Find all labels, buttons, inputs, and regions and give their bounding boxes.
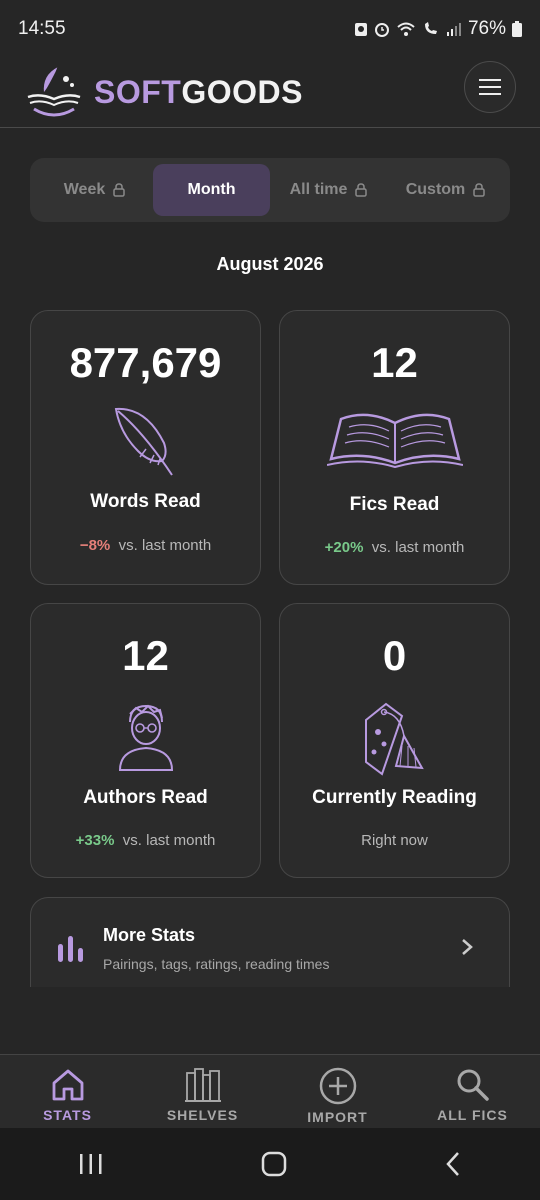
brand-goods: GOODS [181, 74, 303, 110]
nav-label: SHELVES [166, 1107, 239, 1123]
system-nav-bar [0, 1128, 540, 1200]
currently-reading-value: 0 [382, 632, 407, 679]
wifi-icon [397, 22, 415, 36]
search-icon [457, 1069, 489, 1101]
tab-label: Month [187, 181, 236, 198]
logo-icon [27, 66, 81, 116]
tab-all-time[interactable]: All time [270, 164, 387, 216]
author-art [31, 700, 260, 772]
status-time: 14:55 [18, 18, 66, 39]
menu-button[interactable] [464, 61, 516, 113]
currently-reading-sub: Right now [361, 832, 428, 849]
nav-label: IMPORT [307, 1109, 368, 1125]
tab-month[interactable]: Month [153, 164, 270, 216]
change-percent: +33% [75, 832, 115, 849]
open-book-icon [326, 413, 463, 469]
period-title: August 2026 [216, 254, 324, 274]
battery-percent: 76% [467, 18, 506, 39]
feather-art [31, 403, 260, 477]
authors-read-change: +33% vs. last month [31, 832, 260, 849]
change-text: vs. last month [118, 537, 212, 554]
tab-week[interactable]: Week [36, 164, 153, 216]
lock-icon [355, 183, 368, 197]
currently-reading-card[interactable]: 0 Currently Reading Right now [279, 603, 510, 878]
nav-label: ALL FICS [437, 1107, 508, 1123]
app-header: SOFTGOODS [0, 58, 540, 128]
status-icons: 76% [354, 18, 522, 40]
lock-icon [473, 183, 486, 197]
alarm-icon [374, 23, 389, 37]
plus-circle-icon [319, 1067, 356, 1105]
home-icon [52, 1069, 83, 1101]
change-percent: +20% [324, 539, 364, 556]
change-text: vs. last month [371, 539, 465, 556]
bookmark-icon [364, 702, 424, 776]
chevron-right-icon [462, 939, 473, 955]
tab-label: Custom [405, 181, 466, 198]
back-icon[interactable] [444, 1151, 462, 1177]
nav-stats[interactable]: STATS [0, 1055, 135, 1128]
fics-read-card[interactable]: 12 Fics Read +20% vs. last month [279, 310, 510, 585]
more-stats-title: More Stats [103, 925, 196, 945]
words-read-label: Words Read [90, 491, 201, 512]
home-button-icon[interactable] [261, 1151, 287, 1177]
more-stats-desc: Pairings, tags, ratings, reading times [103, 956, 330, 972]
authors-read-value: 12 [122, 632, 169, 679]
book-art [280, 403, 509, 469]
nav-import[interactable]: IMPORT [270, 1055, 405, 1128]
status-bar: 14:55 76% [0, 0, 540, 58]
words-read-value: 877,679 [69, 339, 222, 386]
bookmark-art [280, 700, 509, 776]
authors-read-card[interactable]: 12 Authors Read +33% vs. last month [30, 603, 261, 878]
authors-read-label: Authors Read [83, 787, 208, 808]
nav-all-fics[interactable]: ALL FICS [405, 1055, 540, 1128]
feather-icon [114, 407, 173, 476]
nav-label: STATS [43, 1107, 92, 1123]
notification-icon [354, 23, 367, 36]
currently-reading-label: Currently Reading [312, 787, 477, 808]
hamburger-icon [479, 79, 501, 95]
bottom-nav: STATS SHELVES IMPORT ALL FICS [0, 1054, 540, 1128]
period-tabs: Week Month All time Custom [30, 158, 510, 222]
fics-read-change: +20% vs. last month [280, 539, 509, 556]
brand-soft: SOFT [94, 74, 182, 110]
change-percent: −8% [79, 537, 111, 554]
signal-icon [446, 23, 461, 36]
bookshelf-icon [184, 1068, 221, 1102]
fics-read-label: Fics Read [349, 494, 440, 515]
nav-shelves[interactable]: SHELVES [135, 1055, 270, 1128]
change-text: vs. last month [122, 832, 216, 849]
more-stats-card[interactable]: More Stats Pairings, tags, ratings, read… [30, 897, 510, 987]
lock-icon [113, 183, 125, 197]
words-read-card[interactable]: 877,679 Words Read −8% vs. last month [30, 310, 261, 585]
call-icon [424, 22, 437, 34]
brand-name: SOFTGOODS [94, 74, 303, 111]
tab-custom[interactable]: Custom [387, 164, 504, 216]
bar-chart-icon [58, 936, 83, 962]
tab-label: Week [63, 181, 106, 198]
words-read-change: −8% vs. last month [31, 537, 260, 554]
battery-icon [512, 21, 522, 37]
author-avatar-icon [118, 704, 173, 771]
fics-read-value: 12 [371, 339, 418, 386]
tab-label: All time [289, 181, 348, 198]
recents-icon[interactable] [78, 1152, 104, 1176]
